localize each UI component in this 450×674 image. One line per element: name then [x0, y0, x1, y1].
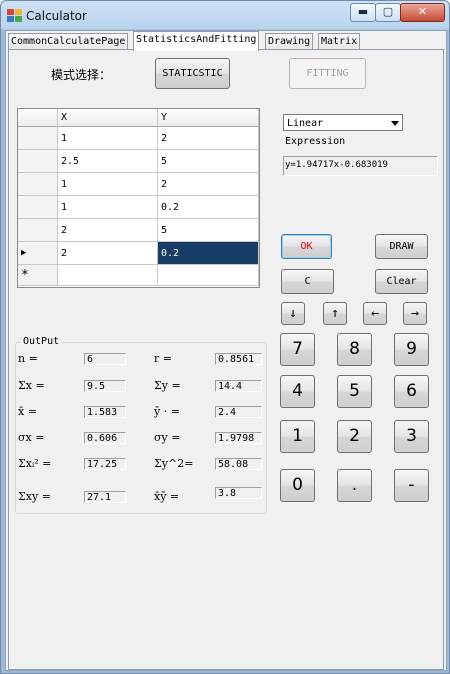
arrow-right-button[interactable]: → — [403, 302, 427, 325]
arrow-left-button[interactable]: ← — [363, 302, 387, 325]
app-icon — [7, 9, 22, 22]
row-header[interactable] — [18, 173, 58, 196]
stat-value-n: 6 — [84, 353, 126, 365]
data-grid[interactable]: X Y 1 2 2.5 5 1 2 1 0.2 2 5 ▶ 2 0.2 * — [17, 108, 260, 288]
window-title: Calculator — [26, 9, 87, 23]
key-7-button[interactable]: 7 — [280, 333, 315, 366]
maximize-button[interactable]: ▢ — [375, 3, 401, 22]
cell-x[interactable]: 1 — [58, 173, 158, 196]
cell-y[interactable]: 2 — [158, 173, 259, 196]
tab-common-calculate-page[interactable]: CommonCalculatePage — [8, 33, 129, 50]
stat-label-sum-y: Σy = — [154, 379, 181, 392]
stat-label-sum-x: Σx = — [18, 379, 45, 392]
cell-y-selected[interactable]: 0.2 — [158, 242, 259, 265]
cell-x[interactable]: 2 — [58, 219, 158, 242]
decimal-point-button[interactable]: . — [337, 469, 372, 502]
cell-x[interactable]: 2.5 — [58, 150, 158, 173]
fit-type-value: Linear — [287, 118, 324, 129]
client-area: CommonCalculatePage StatisticsAndFitting… — [5, 30, 447, 671]
expression-label: Expression — [285, 136, 346, 147]
mode-label: 模式选择： — [51, 68, 112, 82]
expression-output: y=1.94717x-0.683019 — [283, 156, 438, 176]
column-header-y[interactable]: Y — [158, 109, 259, 127]
stat-value-sigma-y: 1.9798 — [215, 432, 262, 444]
stat-value-r: 0.8561 — [215, 353, 262, 365]
statistic-button[interactable]: STATICSTIC — [155, 58, 230, 89]
stat-value-mean-y: 2.4 — [215, 406, 262, 418]
statistics-panel: 模式选择： STATICSTIC FITTING X Y 1 2 2.5 5 1… — [8, 49, 444, 670]
minimize-button[interactable]: ▬ — [350, 3, 376, 22]
stat-value-mean-x-mean-y: 3.8 — [215, 487, 262, 499]
stat-label-sum-xy: Σxy = — [18, 490, 51, 503]
new-row-marker[interactable]: * — [18, 265, 58, 286]
cell-x-new[interactable] — [58, 265, 158, 286]
draw-button[interactable]: DRAW — [375, 234, 428, 259]
key-6-button[interactable]: 6 — [394, 375, 429, 408]
cell-x[interactable]: 1 — [58, 196, 158, 219]
row-header[interactable] — [18, 219, 58, 242]
key-4-button[interactable]: 4 — [280, 375, 315, 408]
row-header[interactable] — [18, 127, 58, 150]
chevron-down-icon[interactable] — [391, 121, 399, 126]
tab-statistics-and-fitting[interactable]: StatisticsAndFitting — [133, 31, 260, 51]
cell-y[interactable]: 2 — [158, 127, 259, 150]
arrow-down-button[interactable]: ↓ — [281, 302, 305, 325]
key-9-button[interactable]: 9 — [394, 333, 429, 366]
stat-value-sum-y: 14.4 — [215, 380, 262, 392]
tab-matrix[interactable]: Matrix — [318, 33, 361, 50]
grid-corner — [18, 109, 58, 127]
key-1-button[interactable]: 1 — [280, 420, 315, 453]
fitting-button[interactable]: FITTING — [289, 58, 366, 89]
stat-value-sum-xy: 27.1 — [84, 491, 126, 503]
key-8-button[interactable]: 8 — [337, 333, 372, 366]
output-title: OutPut — [21, 336, 62, 347]
cell-y[interactable]: 0.2 — [158, 196, 259, 219]
key-2-button[interactable]: 2 — [337, 420, 372, 453]
stat-label-sigma-y: σy = — [154, 431, 181, 444]
key-5-button[interactable]: 5 — [337, 375, 372, 408]
key-0-button[interactable]: 0 — [280, 469, 315, 502]
minus-button[interactable]: - — [394, 469, 429, 502]
current-row-marker[interactable]: ▶ — [18, 242, 58, 265]
cell-x[interactable]: 1 — [58, 127, 158, 150]
stat-label-n: n = — [18, 352, 38, 365]
stat-value-sum-x: 9.5 — [84, 380, 126, 392]
cell-y[interactable]: 5 — [158, 150, 259, 173]
calculator-window: Calculator ▬ ▢ ✕ CommonCalculatePage Sta… — [0, 0, 450, 674]
close-button[interactable]: ✕ — [400, 3, 445, 22]
row-header[interactable] — [18, 150, 58, 173]
stat-label-sum-y-squared: Σy^2= — [154, 457, 194, 470]
stat-label-mean-y: ȳ · = — [154, 405, 180, 418]
cell-y[interactable]: 5 — [158, 219, 259, 242]
column-header-x[interactable]: X — [58, 109, 158, 127]
arrow-up-button[interactable]: ↑ — [323, 302, 347, 325]
row-header[interactable] — [18, 196, 58, 219]
key-3-button[interactable]: 3 — [394, 420, 429, 453]
output-group: OutPut n = 6 Σx = 9.5 x̄ = 1.583 σx = 0.… — [15, 336, 267, 514]
stat-label-mean-x-mean-y: x̄ȳ = — [154, 490, 180, 503]
ok-button[interactable]: OK — [281, 234, 332, 259]
clear-button[interactable]: Clear — [375, 269, 428, 294]
title-bar: Calculator ▬ ▢ ✕ — [1, 1, 449, 31]
cell-y-new[interactable] — [158, 265, 259, 286]
stat-value-mean-x: 1.583 — [84, 406, 126, 418]
cell-x[interactable]: 2 — [58, 242, 158, 265]
stat-value-sum-x-squared: 17.25 — [84, 458, 126, 470]
stat-label-sigma-x: σx = — [18, 431, 45, 444]
tab-drawing[interactable]: Drawing — [265, 33, 314, 50]
stat-label-mean-x: x̄ = — [18, 405, 37, 418]
stat-value-sigma-x: 0.606 — [84, 432, 126, 444]
fit-type-select[interactable]: Linear — [283, 114, 403, 131]
stat-value-sum-y-squared: 58.08 — [215, 458, 262, 470]
stat-label-r: r = — [154, 352, 172, 365]
stat-label-sum-x-squared: Σxᵢ² = — [18, 457, 52, 470]
c-button[interactable]: C — [281, 269, 334, 294]
